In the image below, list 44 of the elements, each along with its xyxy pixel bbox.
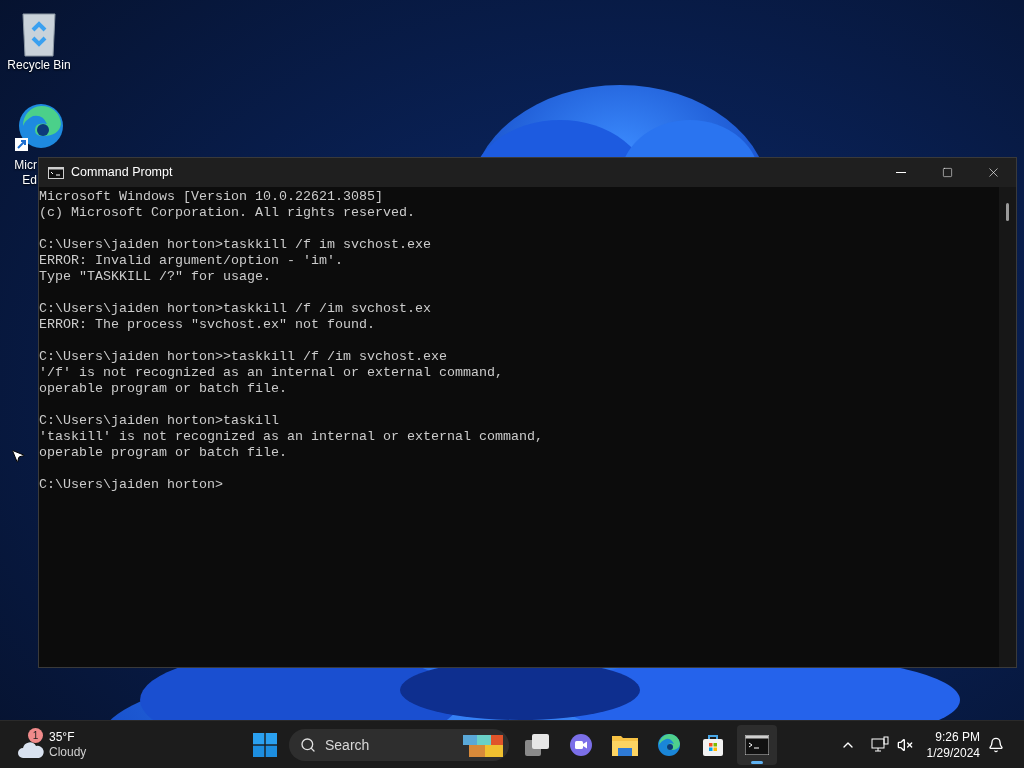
notifications-icon[interactable] (988, 736, 1004, 753)
console-line: C:\Users\jaiden horton>taskkill /f im svchost.exe (39, 237, 432, 253)
console-line: C:\Users\jaiden horton>taskill (39, 413, 280, 429)
clock-date: 1/29/2024 (926, 744, 980, 761)
console-line: ERROR: The process "svchost.ex" not found. (39, 317, 376, 333)
active-indicator (751, 760, 763, 764)
console-line: Type "TASKKILL /?" for usage. (39, 269, 272, 285)
clock-time: 9:26 PM (935, 728, 980, 745)
console-icon (48, 166, 64, 179)
store-bag-icon (701, 732, 725, 757)
windows-logo-icon (253, 732, 277, 757)
temperature: 35°F (49, 729, 76, 745)
volume-muted-icon[interactable] (896, 736, 913, 753)
console-line: (c) Microsoft Corporation. All rights reserved. (39, 205, 416, 221)
search-icon (300, 736, 316, 753)
edge-browser-icon[interactable] (13, 102, 65, 154)
console-line: C:\Users\jaiden horton> (39, 477, 224, 493)
video-chat-icon (569, 732, 593, 757)
desktop-icon-label: Ed (22, 173, 37, 188)
console-line: Microsoft Windows [Version 10.0.22621.3085] (39, 189, 384, 205)
minimize-icon (896, 172, 906, 173)
desktop-icon-label: Micr (14, 158, 37, 173)
console-line: 'taskill' is not recognized as an internal or external command, (39, 429, 544, 445)
console-line: C:\Users\jaiden horton>>taskkill /f /im svchost.exe (39, 349, 448, 365)
cloud-icon (18, 739, 44, 758)
weather-condition: Cloudy (49, 744, 87, 760)
task-view-icon (525, 733, 549, 756)
edge-browser-icon (657, 732, 681, 757)
maximize-icon (941, 167, 953, 178)
terminal-icon (745, 734, 769, 755)
console-line: C:\Users\jaiden horton>taskkill /f /im svchost.ex (39, 301, 432, 317)
folder-icon (612, 733, 638, 756)
recycle-bin-icon[interactable] (19, 12, 59, 58)
puzzle-icon (463, 732, 503, 757)
network-icon[interactable] (870, 735, 889, 754)
clock[interactable]: 9:26 PM 1/29/2024 (926, 728, 980, 761)
console-line: operable program or batch file. (39, 381, 288, 397)
notification-badge: 1 (28, 727, 43, 743)
taskbar-app-button[interactable] (737, 724, 777, 765)
console-line: '/f' is not recognized as an internal or external command, (39, 365, 504, 381)
console-line: operable program or batch file. (39, 445, 288, 461)
window-title: Command Prompt (71, 164, 173, 182)
console-line: ERROR: Invalid argument/option - 'im'. (39, 253, 344, 269)
desktop-icon-label: Recycle Bin (7, 58, 71, 73)
